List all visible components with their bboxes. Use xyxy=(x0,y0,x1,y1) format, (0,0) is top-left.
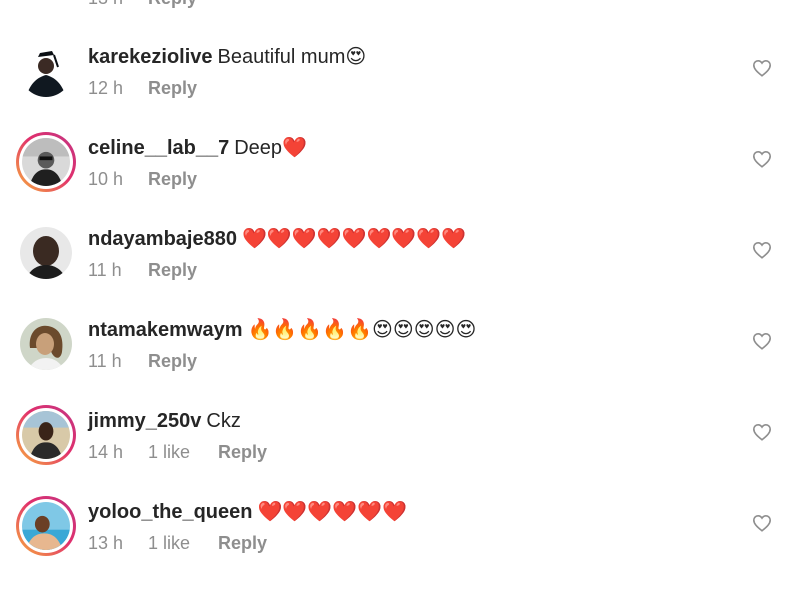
previous-comment-meta: 13 h Reply xyxy=(88,0,197,8)
comment-meta: 11 h Reply xyxy=(88,350,197,372)
comment-username[interactable]: celine__lab__7 xyxy=(88,136,229,160)
comment-time: 13 h xyxy=(88,532,124,553)
comment-meta: 14 h 1 like Reply xyxy=(88,441,267,463)
heart-outline-icon[interactable] xyxy=(752,332,772,350)
comment-time: 11 h xyxy=(88,350,122,371)
comment-item: celine__lab__7 Deep❤️ 10 h Reply xyxy=(0,132,800,227)
reply-button[interactable]: Reply xyxy=(148,260,197,281)
heart-outline-icon[interactable] xyxy=(752,514,772,532)
comment-item: yoloo_the_queen ❤️❤️❤️❤️❤️❤️ 13 h 1 like… xyxy=(0,496,800,591)
reply-button[interactable]: Reply xyxy=(148,169,197,190)
comment-line: jimmy_250v Ckz xyxy=(88,409,241,433)
comment-meta: 13 h 1 like Reply xyxy=(88,532,267,554)
heart-outline-icon[interactable] xyxy=(752,423,772,441)
comment-time: 11 h xyxy=(88,259,122,280)
avatar[interactable] xyxy=(16,132,76,192)
comment-item: karekeziolive Beautiful mum😍 12 h Reply xyxy=(0,45,800,136)
comment-line: celine__lab__7 Deep❤️ xyxy=(88,136,307,160)
reply-button[interactable]: Reply xyxy=(148,351,197,372)
comment-text: Deep❤️ xyxy=(234,137,307,159)
reply-button[interactable]: Reply xyxy=(148,78,197,99)
comment-item: ndayambaje880 ❤️❤️❤️❤️❤️❤️❤️❤️❤️ 11 h Re… xyxy=(0,227,800,318)
comment-time: 14 h xyxy=(88,441,124,462)
comment-meta: 12 h Reply xyxy=(88,77,197,99)
avatar[interactable] xyxy=(16,496,76,556)
comment-text: 🔥🔥🔥🔥🔥😍😍😍😍😍 xyxy=(247,319,477,341)
avatar-image xyxy=(20,227,72,279)
like-count[interactable]: 1 like xyxy=(148,533,218,554)
comment-line: ntamakemwaym 🔥🔥🔥🔥🔥😍😍😍😍😍 xyxy=(88,318,476,342)
comment-text: ❤️❤️❤️❤️❤️❤️❤️❤️❤️ xyxy=(241,228,467,250)
avatar[interactable] xyxy=(20,318,72,370)
avatar-image xyxy=(20,45,72,97)
comment-username[interactable]: ndayambaje880 xyxy=(88,227,237,251)
comment-item: jimmy_250v Ckz 14 h 1 like Reply xyxy=(0,405,800,500)
comment-time: 10 h xyxy=(88,168,124,189)
avatar[interactable] xyxy=(16,405,76,465)
comment-username[interactable]: yoloo_the_queen xyxy=(88,500,252,524)
comment-meta: 10 h Reply xyxy=(88,168,197,190)
reply-button[interactable]: Reply xyxy=(218,442,267,463)
comment-text: Ckz xyxy=(206,410,241,432)
comment-line: karekeziolive Beautiful mum😍 xyxy=(88,45,366,69)
comment-time: 12 h xyxy=(88,77,124,98)
heart-outline-icon[interactable] xyxy=(752,59,772,77)
avatar-image xyxy=(22,138,70,186)
comment-username[interactable]: karekeziolive xyxy=(88,45,213,69)
reply-button[interactable]: Reply xyxy=(148,0,197,9)
avatar[interactable] xyxy=(20,45,72,97)
heart-outline-icon[interactable] xyxy=(752,241,772,259)
comment-text: ❤️❤️❤️❤️❤️❤️ xyxy=(257,501,407,523)
avatar[interactable] xyxy=(20,227,72,279)
avatar-image xyxy=(20,318,72,370)
comment-time: 13 h xyxy=(88,0,148,9)
avatar-image xyxy=(22,411,70,459)
reply-button[interactable]: Reply xyxy=(218,533,267,554)
like-count[interactable]: 1 like xyxy=(148,442,218,463)
comment-meta: 11 h Reply xyxy=(88,259,197,281)
comment-item: ntamakemwaym 🔥🔥🔥🔥🔥😍😍😍😍😍 11 h Reply xyxy=(0,318,800,409)
comment-line: ndayambaje880 ❤️❤️❤️❤️❤️❤️❤️❤️❤️ xyxy=(88,227,466,251)
comment-username[interactable]: jimmy_250v xyxy=(88,409,201,433)
avatar-image xyxy=(22,502,70,550)
comment-line: yoloo_the_queen ❤️❤️❤️❤️❤️❤️ xyxy=(88,500,407,524)
heart-outline-icon[interactable] xyxy=(752,150,772,168)
comment-text: Beautiful mum😍 xyxy=(217,46,367,68)
comment-username[interactable]: ntamakemwaym xyxy=(88,318,243,342)
